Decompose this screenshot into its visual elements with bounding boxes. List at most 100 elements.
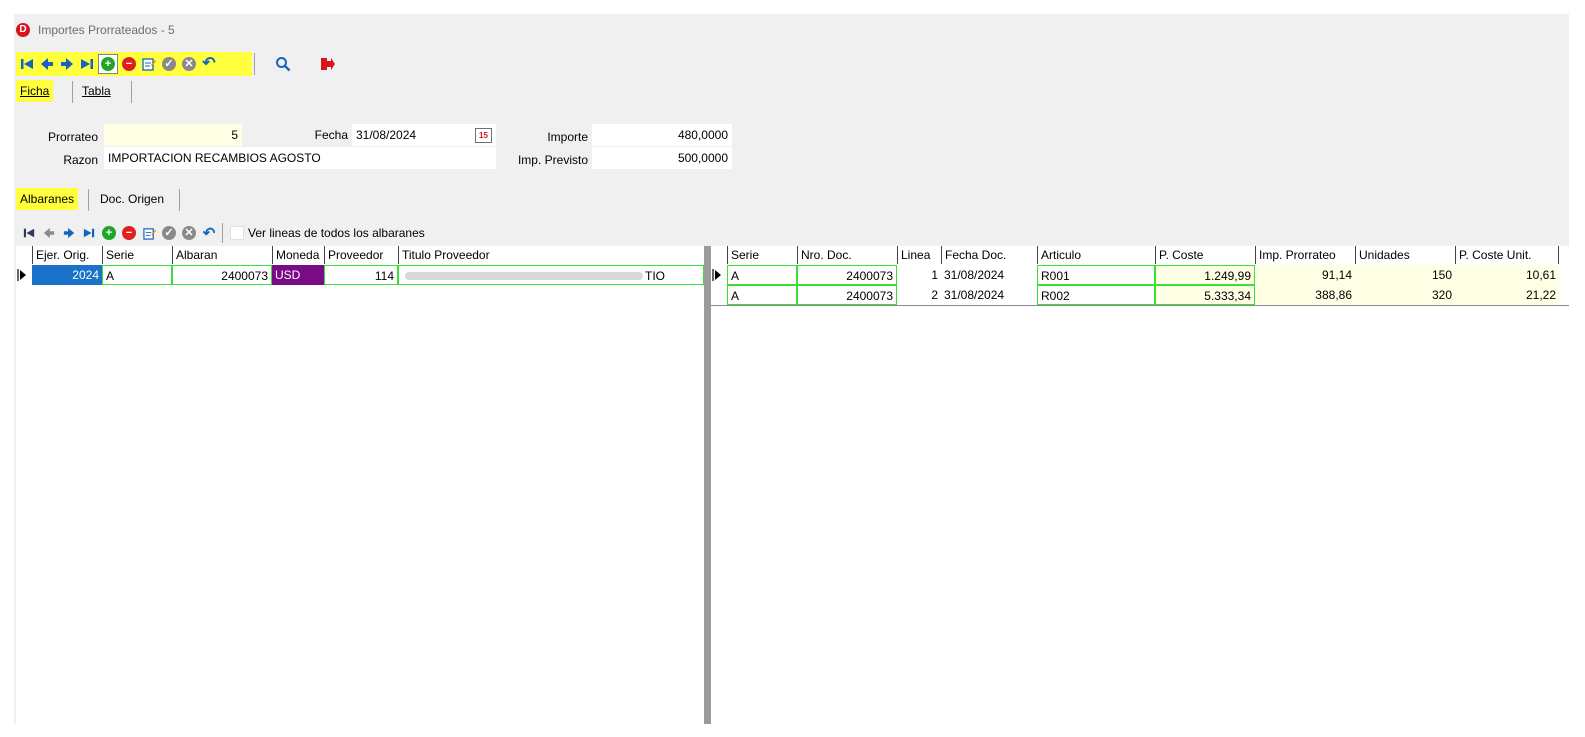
tab-ficha[interactable]: Ficha xyxy=(16,80,54,102)
titulo-proveedor-tail: TIO xyxy=(645,269,665,283)
column-header[interactable]: Ejer. Orig. xyxy=(32,246,102,264)
column-header[interactable]: Serie xyxy=(727,246,797,264)
cell-unidades[interactable]: 150 xyxy=(1355,265,1455,285)
importe-field[interactable]: 480,0000 xyxy=(592,124,732,146)
column-header[interactable]: Albaran xyxy=(172,246,272,264)
cell-p-coste[interactable]: 5.333,34 xyxy=(1155,285,1255,305)
cell-ejer-orig[interactable]: 2024 xyxy=(32,265,102,285)
column-header[interactable]: P. Coste Unit. xyxy=(1455,246,1559,264)
first-record-icon[interactable] xyxy=(18,55,36,73)
table-row[interactable]: A 2400073 2 31/08/2024 R002 5.333,34 388… xyxy=(711,285,1569,306)
cell-nro-doc[interactable]: 2400073 xyxy=(797,285,897,305)
column-header[interactable]: Titulo Proveedor xyxy=(398,246,704,264)
albaranes-grid: Ejer. Orig. Serie Albaran Moneda Proveed… xyxy=(16,246,704,724)
table-row[interactable]: A 2400073 1 31/08/2024 R001 1.249,99 91,… xyxy=(711,265,1569,285)
delete-record-icon[interactable]: − xyxy=(120,55,138,73)
ver-lineas-checkbox[interactable] xyxy=(230,226,244,240)
toolbar-separator xyxy=(254,53,255,75)
cell-fecha-doc[interactable]: 31/08/2024 xyxy=(941,265,1037,285)
prorrateo-field[interactable]: 5 xyxy=(104,124,242,146)
fecha-field[interactable]: 31/08/2024 15 xyxy=(352,124,496,146)
ver-lineas-label: Ver lineas de todos los albaranes xyxy=(248,226,425,240)
cell-p-coste-unit[interactable]: 10,61 xyxy=(1455,265,1559,285)
cell-serie[interactable]: A xyxy=(102,265,172,285)
cancel-icon[interactable]: ✕ xyxy=(180,224,198,242)
cell-p-coste-unit[interactable]: 21,22 xyxy=(1455,285,1559,305)
column-header[interactable]: P. Coste xyxy=(1155,246,1255,264)
cell-unidades[interactable]: 320 xyxy=(1355,285,1455,305)
tab-doc-origen[interactable]: Doc. Origen xyxy=(96,188,168,210)
calendar-icon[interactable]: 15 xyxy=(475,128,492,143)
cell-articulo[interactable]: R001 xyxy=(1037,265,1155,285)
title-bar: D Importes Prorrateados - 5 xyxy=(14,14,1569,44)
prev-record-icon[interactable] xyxy=(38,55,56,73)
exit-icon[interactable] xyxy=(319,55,337,73)
prev-record-icon[interactable] xyxy=(40,224,58,242)
cell-albaran[interactable]: 2400073 xyxy=(172,265,272,285)
last-record-icon[interactable] xyxy=(80,224,98,242)
column-header[interactable]: Fecha Doc. xyxy=(941,246,1037,264)
fecha-label: Fecha xyxy=(314,128,348,142)
tab-tabla[interactable]: Tabla xyxy=(78,80,115,102)
fecha-value: 31/08/2024 xyxy=(356,128,417,142)
column-header[interactable]: Serie xyxy=(102,246,172,264)
cell-proveedor[interactable]: 114 xyxy=(324,265,398,285)
grid-splitter[interactable] xyxy=(704,246,711,724)
prorrateo-label: Prorrateo xyxy=(47,130,98,144)
tab-separator xyxy=(131,81,132,103)
cancel-icon[interactable]: ✕ xyxy=(180,55,198,73)
cell-linea[interactable]: 2 xyxy=(897,285,941,305)
undo-icon[interactable]: ↶ xyxy=(200,55,218,73)
razon-label: Razon xyxy=(63,153,98,167)
cell-p-coste[interactable]: 1.249,99 xyxy=(1155,265,1255,285)
window-title: Importes Prorrateados - 5 xyxy=(38,23,175,37)
undo-icon[interactable]: ↶ xyxy=(200,224,218,242)
app-logo-icon: D xyxy=(16,23,30,37)
edit-record-icon[interactable] xyxy=(140,55,158,73)
main-toolbar: + − ✓ ✕ ↶ xyxy=(16,52,252,76)
cell-linea[interactable]: 1 xyxy=(897,265,941,285)
column-header[interactable]: Articulo xyxy=(1037,246,1155,264)
detail-toolbar: + − ✓ ✕ ↶ Ver lineas de todos los albara… xyxy=(16,223,496,243)
cell-moneda[interactable]: USD xyxy=(272,265,324,285)
add-record-icon[interactable]: + xyxy=(98,54,118,74)
column-header[interactable]: Moneda xyxy=(272,246,324,264)
column-header[interactable]: Unidades xyxy=(1355,246,1455,264)
imp-previsto-field[interactable]: 500,0000 xyxy=(592,147,732,169)
column-header[interactable]: Linea xyxy=(897,246,941,264)
cell-serie[interactable]: A xyxy=(727,285,797,305)
next-record-icon[interactable] xyxy=(58,55,76,73)
cell-serie[interactable]: A xyxy=(727,265,797,285)
column-header[interactable]: Imp. Prorrateo xyxy=(1255,246,1355,264)
importe-label: Importe xyxy=(547,130,588,144)
imp-previsto-label: Imp. Previsto xyxy=(517,153,588,167)
lineas-grid: Serie Nro. Doc. Linea Fecha Doc. Articul… xyxy=(711,246,1569,724)
add-record-icon[interactable]: + xyxy=(100,224,118,242)
row-indicator xyxy=(711,285,727,305)
confirm-icon[interactable]: ✓ xyxy=(160,55,178,73)
redacted-text xyxy=(405,272,643,280)
last-record-icon[interactable] xyxy=(78,55,96,73)
cell-imp-prorrateo[interactable]: 91,14 xyxy=(1255,265,1355,285)
tab-separator xyxy=(88,189,89,211)
table-row[interactable]: 2024 A 2400073 USD 114 TIO xyxy=(16,265,704,285)
cell-titulo-proveedor[interactable]: TIO xyxy=(398,265,704,285)
next-record-icon[interactable] xyxy=(60,224,78,242)
column-header[interactable]: Nro. Doc. xyxy=(797,246,897,264)
cell-imp-prorrateo[interactable]: 388,86 xyxy=(1255,285,1355,305)
app-window: D Importes Prorrateados - 5 + − ✓ ✕ ↶ Fi… xyxy=(14,14,1569,724)
confirm-icon[interactable]: ✓ xyxy=(160,224,178,242)
razon-field[interactable]: IMPORTACION RECAMBIOS AGOSTO xyxy=(104,147,496,169)
delete-record-icon[interactable]: − xyxy=(120,224,138,242)
cell-fecha-doc[interactable]: 31/08/2024 xyxy=(941,285,1037,305)
cell-articulo[interactable]: R002 xyxy=(1037,285,1155,305)
tab-separator xyxy=(179,189,180,211)
first-record-icon[interactable] xyxy=(20,224,38,242)
tab-albaranes[interactable]: Albaranes xyxy=(16,188,79,210)
row-indicator-icon xyxy=(16,265,32,285)
search-icon[interactable] xyxy=(274,55,292,73)
column-header[interactable]: Proveedor xyxy=(324,246,398,264)
cell-nro-doc[interactable]: 2400073 xyxy=(797,265,897,285)
toolbar-separator xyxy=(222,223,223,243)
edit-record-icon[interactable] xyxy=(140,224,158,242)
